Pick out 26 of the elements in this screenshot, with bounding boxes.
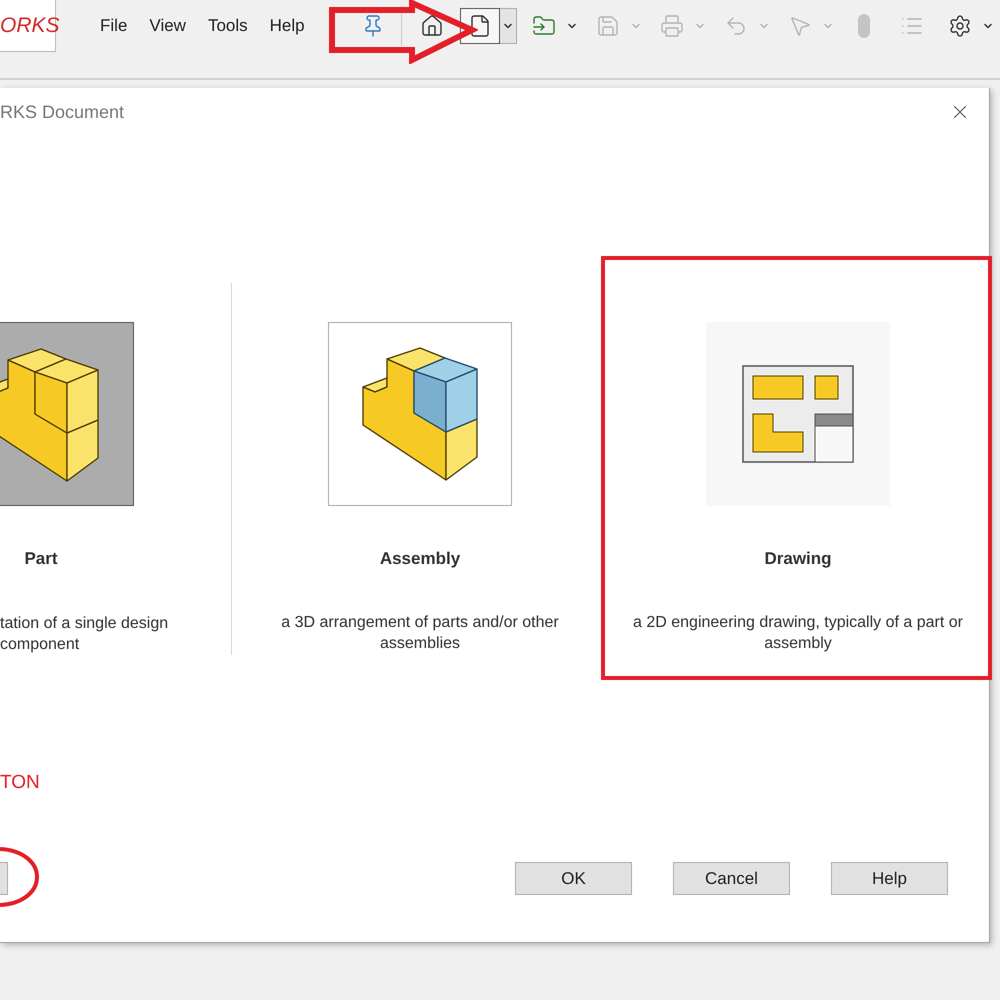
save-icon xyxy=(596,14,620,38)
dialog-title: RKS Document xyxy=(0,100,124,124)
dialog-button[interactable]: OK xyxy=(515,862,632,895)
option-title: Part xyxy=(24,549,58,568)
option-description: a 3D arrangement of parts and/or other assemblies xyxy=(280,613,560,654)
toolbar-button[interactable] xyxy=(460,8,517,44)
option-tile[interactable] xyxy=(0,322,134,506)
option-title: Assembly xyxy=(380,548,460,570)
dialog-button[interactable]: Help xyxy=(831,862,948,895)
menu-item[interactable]: Help xyxy=(270,13,305,39)
printer-icon xyxy=(660,14,684,38)
menu-item[interactable]: Tools xyxy=(208,13,248,39)
option-description: a 2D engineering drawing, typically of a part or assembly xyxy=(632,613,964,654)
drawing-sheet-icon xyxy=(742,365,854,463)
option-title: Drawing xyxy=(764,548,832,570)
settings-icon xyxy=(948,14,972,38)
option-tile[interactable] xyxy=(328,322,512,506)
home-icon xyxy=(420,14,444,38)
menu-item[interactable]: View xyxy=(149,13,186,39)
menu-item[interactable]: File xyxy=(100,13,128,39)
ellipse-annotation xyxy=(0,846,40,908)
note-text: TON xyxy=(0,772,40,794)
option-description: tation of a single design component xyxy=(0,614,170,655)
option-tile[interactable] xyxy=(706,322,890,506)
capsule-icon xyxy=(856,13,871,39)
dialog-button[interactable]: Cancel xyxy=(673,862,790,895)
